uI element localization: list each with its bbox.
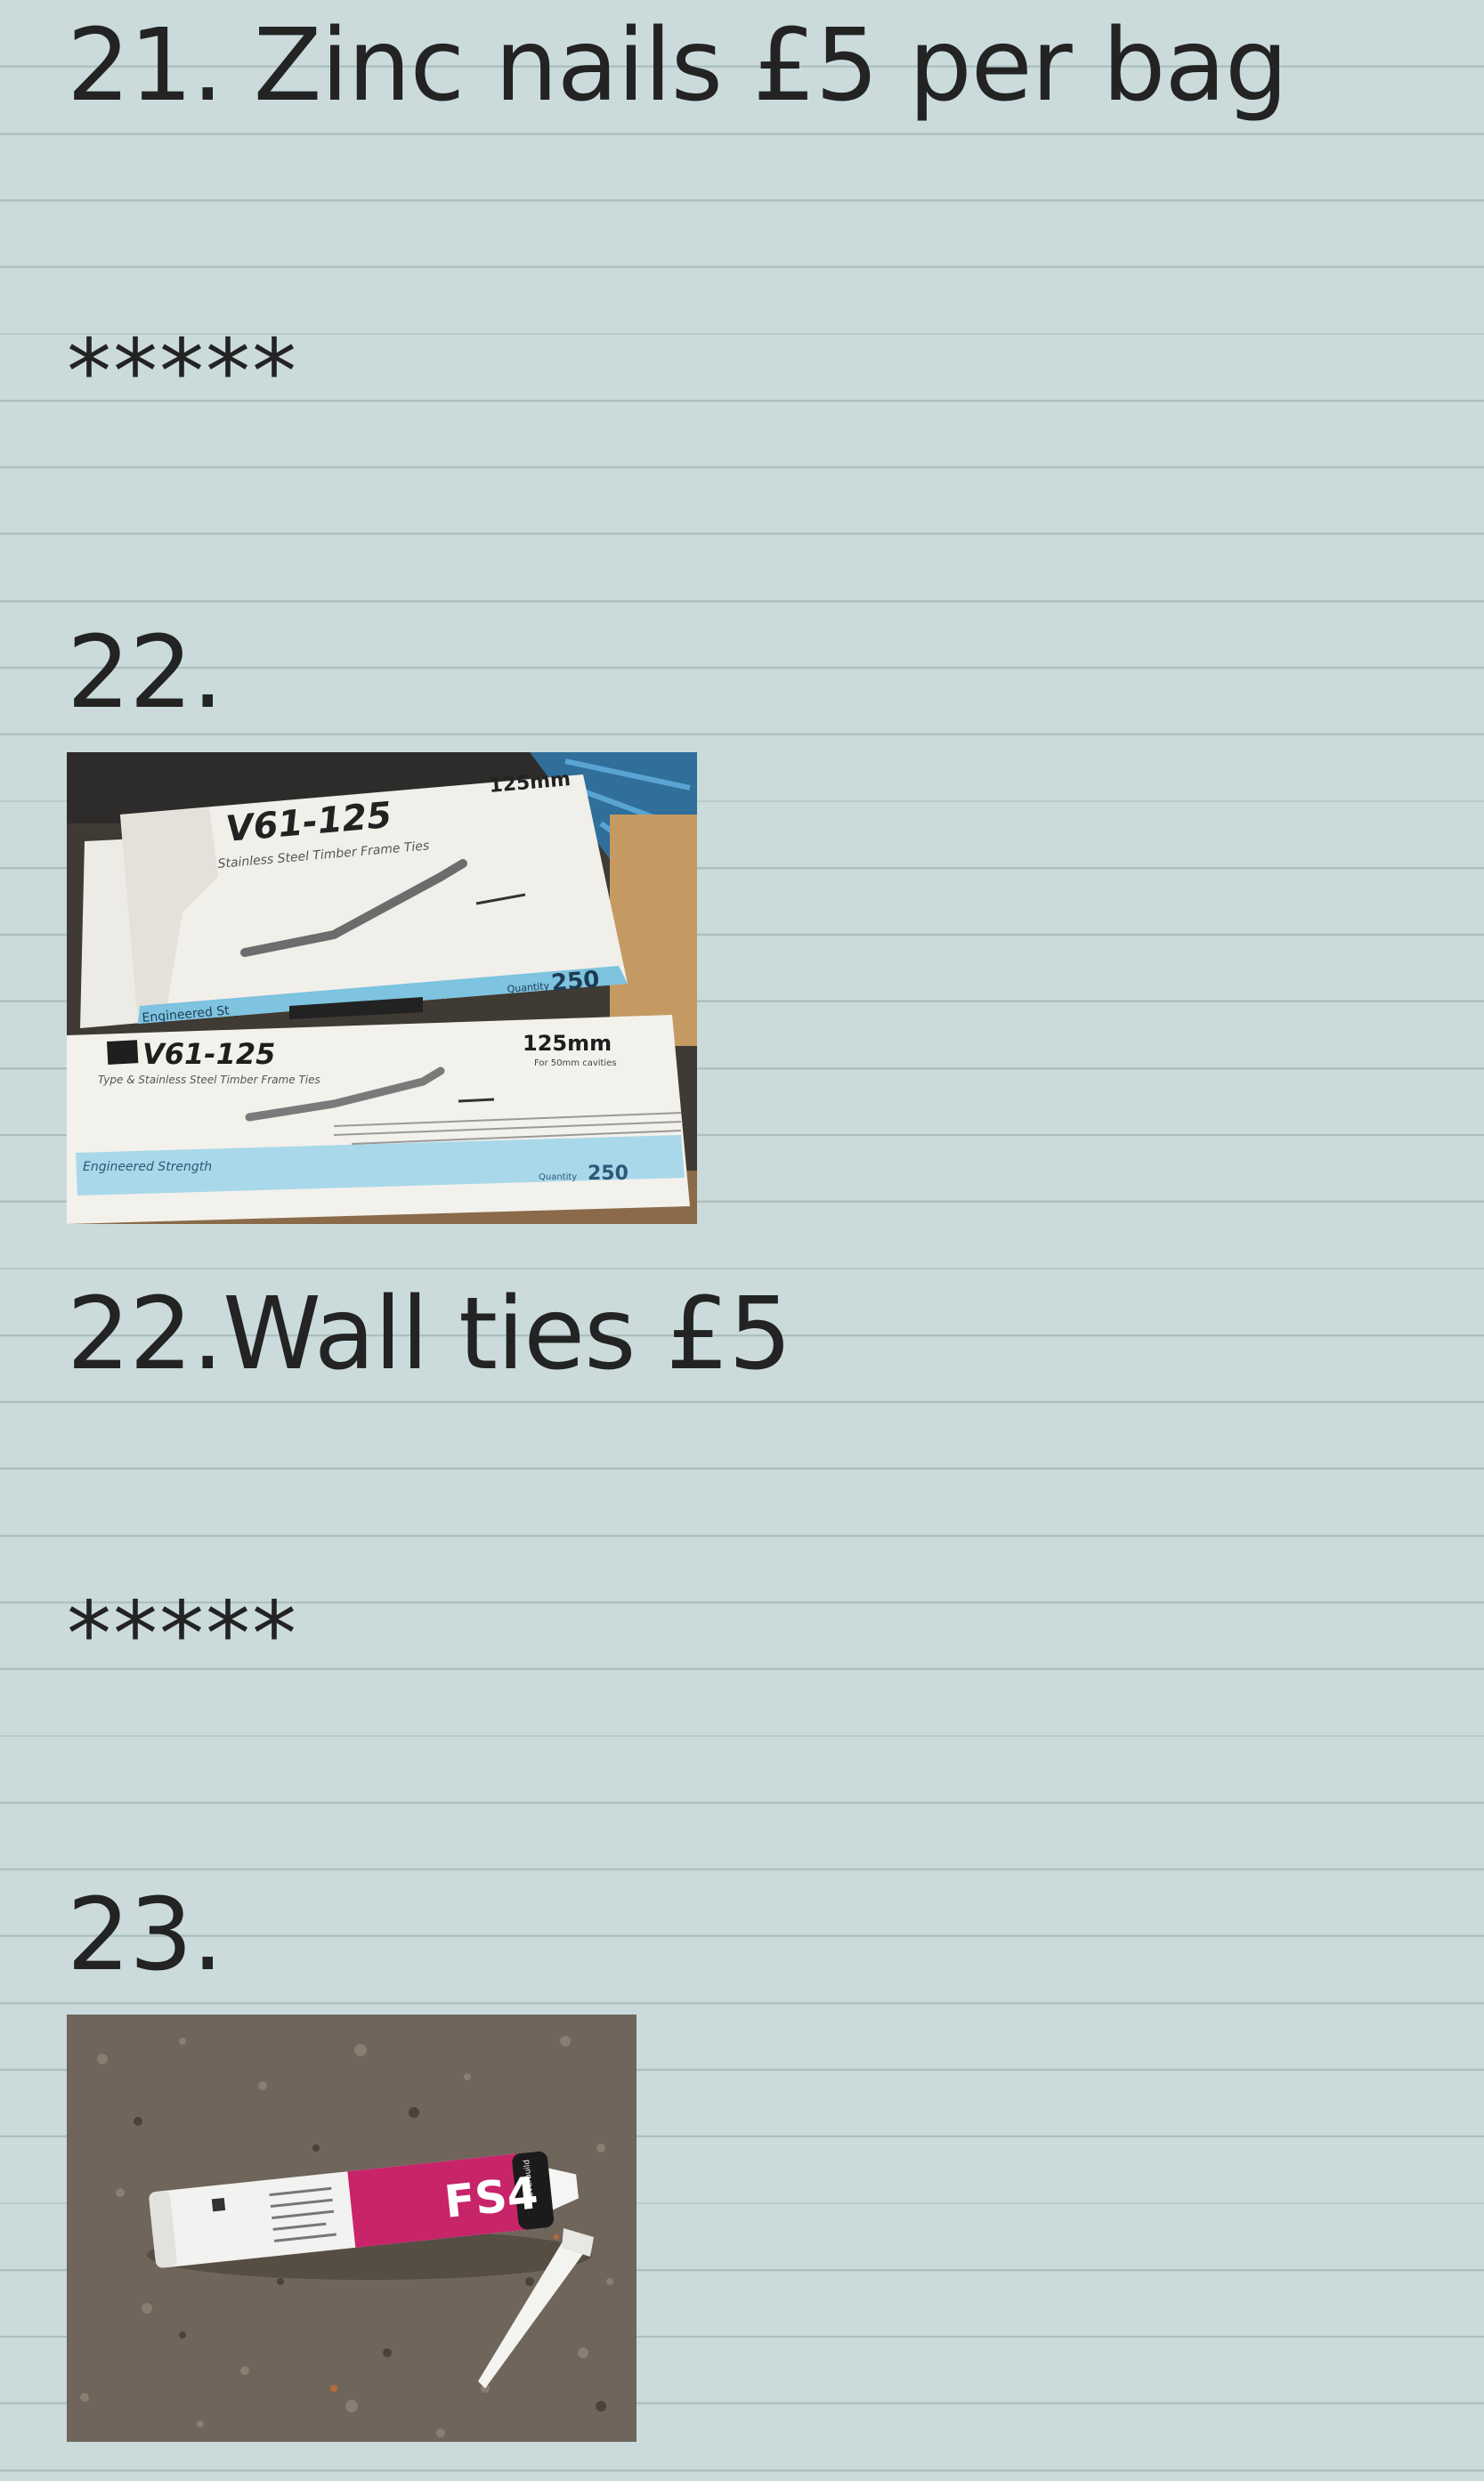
item-21-heading: 21. Zinc nails £5 per bag [67,8,1288,124]
item-22-heading: 22. [67,615,223,731]
item-23-heading: 23. [67,1877,223,1993]
note-page: 21. Zinc nails £5 per bag ***** 22. V61-… [0,0,1484,2481]
item-21-separator: ***** [67,320,298,424]
svg-text:For 50mm cavities: For 50mm cavities [534,1058,617,1068]
item-22-separator: ***** [67,1582,298,1686]
svg-text:250: 250 [588,1163,628,1185]
wall-ties-box-photo[interactable]: V61-125 Stainless Steel Timber Frame Tie… [67,752,697,1224]
svg-text:V61-125: V61-125 [142,1037,275,1071]
svg-text:Engineered Strength: Engineered Strength [83,1160,212,1174]
sealant-tube-photo[interactable]: FS4 everbuild [67,2015,637,2442]
item-22-caption: 22.Wall ties £5 [67,1277,792,1392]
svg-text:125mm: 125mm [523,1031,612,1056]
svg-text:250: 250 [550,966,601,997]
svg-text:Type & Stainless Steel Timber: Type & Stainless Steel Timber Frame Ties [98,1074,320,1086]
svg-text:Quantity: Quantity [539,1172,577,1182]
